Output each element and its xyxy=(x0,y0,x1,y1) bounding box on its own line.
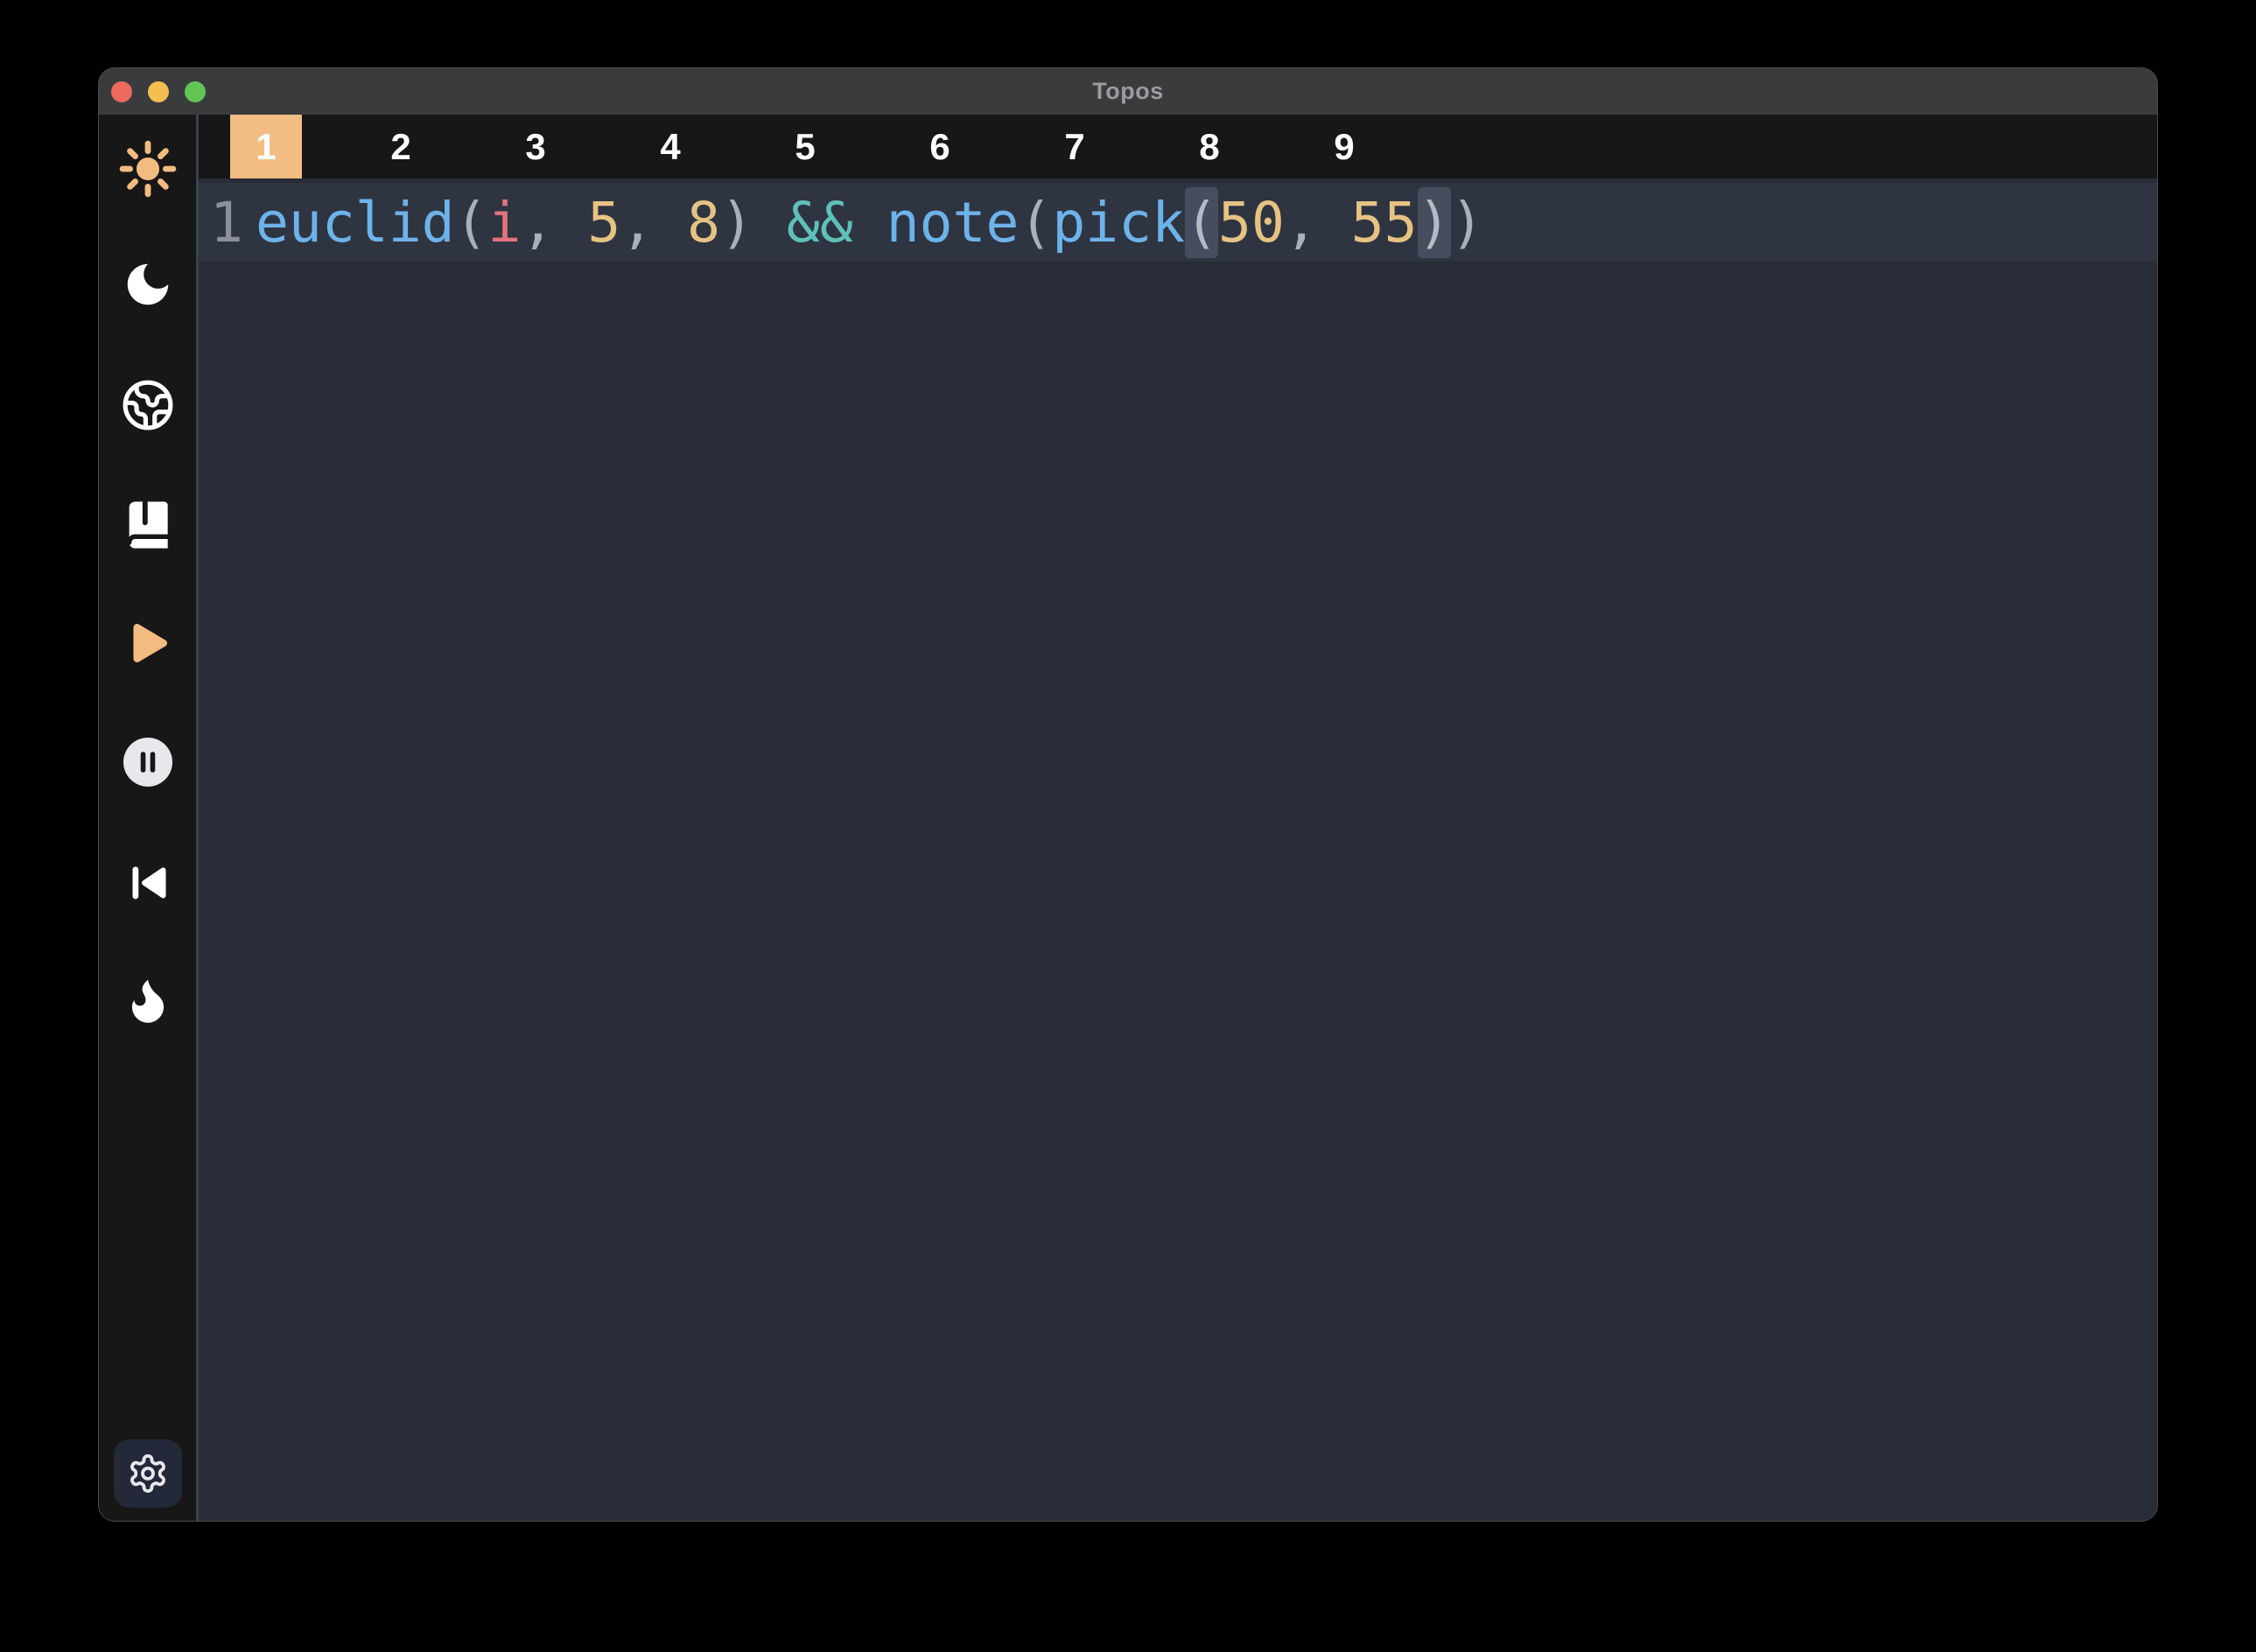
tab-7[interactable]: 7 xyxy=(1007,115,1142,178)
close-button[interactable] xyxy=(111,81,132,102)
code-token: , xyxy=(521,191,587,255)
traffic-lights xyxy=(99,81,206,102)
moon-button[interactable] xyxy=(116,252,180,317)
moon-icon xyxy=(121,257,175,312)
skip-back-icon xyxy=(122,857,174,909)
tab-5[interactable]: 5 xyxy=(738,115,872,178)
code-token: && xyxy=(787,191,853,255)
titlebar[interactable]: Topos xyxy=(99,68,2157,115)
app-body: 1 2 3 4 5 6 7 8 9 1euclid(i, 5, 8) && no… xyxy=(99,115,2157,1521)
tab-1[interactable]: 1 xyxy=(199,115,333,178)
tab-9[interactable]: 9 xyxy=(1277,115,1412,178)
earth-button[interactable] xyxy=(116,373,180,438)
code-token: 8 xyxy=(687,191,720,255)
play-icon xyxy=(119,614,177,672)
tab-label: 8 xyxy=(1174,115,1245,178)
code-token: , xyxy=(1285,191,1351,255)
sun-button[interactable] xyxy=(116,136,180,201)
sun-icon xyxy=(118,139,178,199)
skip-back-button[interactable] xyxy=(116,850,180,915)
tab-label: 2 xyxy=(365,115,437,178)
line-number: 1 xyxy=(199,191,256,255)
tab-label: 5 xyxy=(769,115,841,178)
matched-bracket: ( xyxy=(1185,187,1218,258)
code-token: 55 xyxy=(1351,191,1418,255)
tab-bar: 1 2 3 4 5 6 7 8 9 xyxy=(199,115,2157,178)
code-token: , xyxy=(620,191,687,255)
code-token xyxy=(753,191,787,255)
tab-4[interactable]: 4 xyxy=(603,115,738,178)
tab-2[interactable]: 2 xyxy=(333,115,468,178)
flame-icon xyxy=(121,973,175,1027)
pause-button[interactable] xyxy=(116,730,180,794)
tab-label: 6 xyxy=(904,115,976,178)
sidebar xyxy=(99,115,199,1521)
tab-label: 1 xyxy=(230,115,302,178)
code-token: ( xyxy=(1019,191,1052,255)
code-token xyxy=(853,191,886,255)
play-button[interactable] xyxy=(116,611,180,676)
earth-icon xyxy=(121,378,175,432)
window-title: Topos xyxy=(99,78,2157,105)
active-code-line: 1euclid(i, 5, 8) && note(pick(50, 55)) xyxy=(199,183,2157,262)
gear-icon xyxy=(127,1452,169,1494)
tab-label: 3 xyxy=(500,115,571,178)
code-editor[interactable]: 1euclid(i, 5, 8) && note(pick(50, 55)) xyxy=(199,178,2157,1521)
tab-6[interactable]: 6 xyxy=(872,115,1007,178)
book-icon xyxy=(120,497,176,553)
code-token: note xyxy=(886,191,1019,255)
code-token: ) xyxy=(720,191,753,255)
code-token: i xyxy=(488,191,522,255)
book-button[interactable] xyxy=(116,493,180,557)
desktop-background: { "window": { "title": "Topos" }, "title… xyxy=(0,0,2256,1652)
pause-icon xyxy=(120,734,176,790)
tab-3[interactable]: 3 xyxy=(468,115,603,178)
tab-label: 4 xyxy=(634,115,706,178)
main-area: 1 2 3 4 5 6 7 8 9 1euclid(i, 5, 8) && no… xyxy=(199,115,2157,1521)
minimize-button[interactable] xyxy=(148,81,169,102)
code-token: 50 xyxy=(1218,191,1285,255)
app-window: Topos xyxy=(99,68,2157,1521)
tab-8[interactable]: 8 xyxy=(1142,115,1277,178)
flame-button[interactable] xyxy=(116,968,180,1032)
tab-label: 7 xyxy=(1039,115,1110,178)
code-token: euclid xyxy=(256,191,455,255)
code-token: ) xyxy=(1451,191,1484,255)
code-token: ( xyxy=(455,191,488,255)
settings-button[interactable] xyxy=(114,1439,182,1508)
code-token: 5 xyxy=(587,191,620,255)
tab-label: 9 xyxy=(1308,115,1380,178)
code-token: pick xyxy=(1052,191,1185,255)
matched-bracket: ) xyxy=(1418,187,1451,258)
zoom-button[interactable] xyxy=(185,81,206,102)
